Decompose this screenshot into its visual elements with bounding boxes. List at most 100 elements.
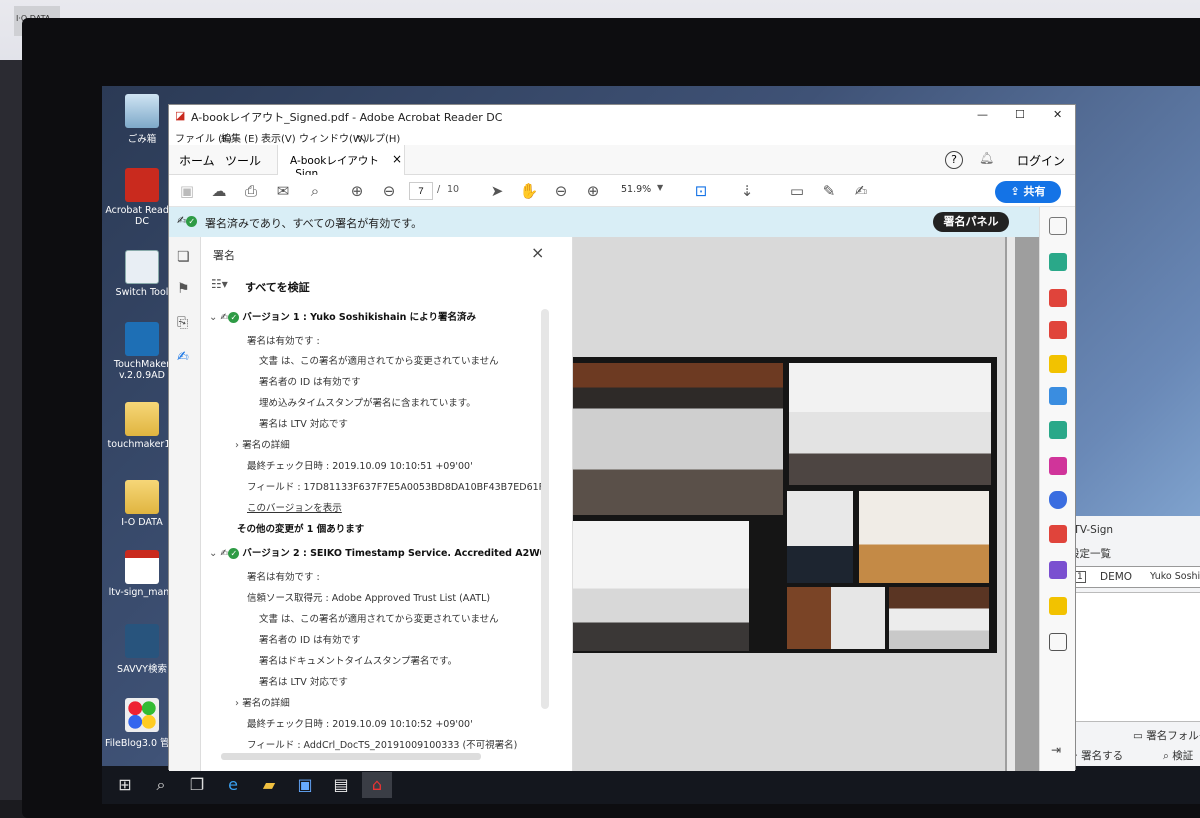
zoom-search-icon[interactable]: ⌕ — [305, 181, 325, 201]
certificate-sign-icon[interactable] — [1049, 561, 1067, 579]
hand-tool-icon[interactable]: ✋ — [519, 181, 539, 201]
version1-header-row[interactable]: ⌄ ✍ ✓ バージョン 1 : Yuko Soshikishain により署名済み — [209, 309, 476, 323]
mail-icon[interactable]: ✉ — [273, 181, 293, 201]
create-pdf-icon[interactable] — [1049, 289, 1067, 307]
explorer-button[interactable]: ▰ — [254, 772, 284, 798]
sign-pen-icon[interactable]: ✍ — [851, 181, 871, 201]
close-panel-button[interactable]: × — [531, 243, 544, 262]
pdf-page — [573, 237, 1005, 771]
menu-edit[interactable]: 編集 (E) — [221, 130, 258, 145]
notification-bell-icon[interactable]: 🔔︎ — [979, 151, 994, 165]
show-version-link[interactable]: このバージョンを表示 — [247, 500, 342, 514]
tab-tools[interactable]: ツール — [225, 152, 261, 169]
savvy-icon — [125, 624, 159, 658]
upload-icon[interactable]: ☁ — [209, 181, 229, 201]
scroll-mode-icon[interactable]: ⇣ — [737, 181, 757, 201]
highlight-pen-icon[interactable]: ✎ — [819, 181, 839, 201]
desktop-icon-label: TouchMaker v.2.0.9AD — [113, 359, 171, 381]
chevron-down-icon[interactable]: ▼ — [657, 183, 663, 192]
signature-panel-button[interactable]: 署名パネル — [933, 212, 1009, 232]
task-view-button[interactable]: ❐ — [182, 772, 212, 798]
minimize-button[interactable]: — — [977, 108, 988, 121]
pdf-tool-icon[interactable] — [1049, 525, 1067, 543]
options-menu-icon[interactable]: ☷▾ — [211, 277, 228, 291]
combine-files-icon[interactable] — [1049, 387, 1067, 405]
ltv-folder-button[interactable]: ▭ 署名フォルダ — [1133, 728, 1200, 743]
acrobat-icon: ◪ — [175, 109, 186, 122]
edit-pdf-icon[interactable] — [1049, 321, 1067, 339]
fill-sign-icon[interactable] — [1049, 457, 1067, 475]
help-button[interactable]: ? — [945, 151, 963, 169]
ltv-verify-button[interactable]: ⌕ 検証 — [1163, 748, 1193, 763]
ltv-list-area — [1067, 592, 1200, 722]
page-up-icon[interactable]: ⊕ — [347, 181, 367, 201]
screen: ごみ箱 Acrobat Reader DC Switch Tool TouchM… — [102, 86, 1200, 804]
acrobat-taskbar-button[interactable]: ⌂ — [362, 772, 392, 798]
maximize-button[interactable]: ☐ — [1015, 108, 1025, 121]
document-scrollbar[interactable] — [1007, 237, 1015, 771]
print-icon[interactable]: ⎙ — [241, 181, 261, 201]
page-thumbnails-icon[interactable]: ❏ — [177, 249, 190, 265]
photo-lavatory — [889, 587, 989, 649]
search-button[interactable]: ⌕ — [146, 772, 176, 798]
version2-header-row[interactable]: ⌄ ✍ ✓ バージョン 2 : SEIKO Timestamp Service. … — [209, 545, 549, 559]
tab-document[interactable]: A-bookレイアウト_Sign... × — [277, 145, 405, 180]
save-icon[interactable]: ▣ — [177, 181, 197, 201]
chevron-down-icon: ⌄ — [209, 548, 218, 559]
zoom-out-icon[interactable]: ⊖ — [551, 181, 571, 201]
edge-button[interactable]: e — [218, 772, 248, 798]
desktop-icon-label: ltv-sign_manu — [108, 587, 176, 598]
panel-horizontal-scrollbar[interactable] — [221, 753, 481, 760]
page-separator: / — [437, 184, 441, 195]
photo-kitchen — [787, 491, 853, 583]
title-bar: ◪ A-bookレイアウト_Signed.pdf - Adobe Acrobat… — [169, 105, 1075, 127]
ltv-item-name: DEMO — [1100, 571, 1133, 583]
login-button[interactable]: ログイン — [1017, 152, 1065, 169]
share-label: 共有 — [1023, 185, 1046, 198]
notepad-button[interactable]: ▤ — [326, 772, 356, 798]
version1-last-check: 最終チェック日時 : 2019.10.09 10:10:51 +09'00' — [247, 461, 473, 472]
bookmark-icon[interactable]: ⚑ — [177, 281, 190, 297]
start-button[interactable]: ⊞ — [110, 772, 140, 798]
attachment-icon[interactable]: ⎘ — [177, 315, 188, 331]
version1-line: 埋め込みタイムスタンプが署名に含まれています。 — [259, 398, 476, 409]
zoom-in-icon[interactable]: ⊕ — [583, 181, 603, 201]
comment-icon[interactable]: ▭ — [787, 181, 807, 201]
tab-close-button[interactable]: × — [392, 152, 402, 166]
menu-view[interactable]: 表示(V) — [261, 130, 296, 145]
protect-icon[interactable] — [1049, 491, 1067, 509]
ltv-setting-row[interactable]: 1 DEMO Yuko Soshikis — [1067, 566, 1200, 588]
document-icon: ▤ — [333, 775, 349, 794]
organize-pages-icon[interactable] — [1049, 421, 1067, 439]
toolbar: ▣ ☁ ⎙ ✉ ⌕ ⊕ ⊖ / 10 ➤ ✋ ⊖ ⊕ 51.9% ▼ ⊡ ⇣ ▭… — [169, 175, 1075, 207]
select-arrow-icon[interactable]: ➤ — [487, 181, 507, 201]
menu-help[interactable]: ヘルプ(H) — [355, 130, 400, 145]
collapse-rail-icon[interactable]: ⇥ — [1051, 743, 1061, 757]
photo-corridor — [573, 363, 783, 515]
tab-home[interactable]: ホーム — [179, 152, 215, 169]
page-number-input[interactable] — [409, 182, 433, 200]
export-pdf-icon[interactable] — [1049, 253, 1067, 271]
share-button[interactable]: ⇪ 共有 — [995, 181, 1061, 203]
more-tools-icon[interactable] — [1049, 633, 1067, 651]
version1-details-row[interactable]: › 署名の詳細 — [235, 437, 290, 451]
close-window-button[interactable]: ✕ — [1053, 108, 1062, 121]
version1-line: 署名は LTV 対応です — [259, 419, 348, 430]
signature-panel-icon[interactable]: ✍ — [177, 349, 189, 365]
verify-all-button[interactable]: すべてを検証 — [245, 279, 310, 295]
comment-tool-icon[interactable] — [1049, 355, 1067, 373]
app-button[interactable]: ▣ — [290, 772, 320, 798]
zoom-tool-icon[interactable] — [1049, 217, 1067, 235]
fit-page-icon[interactable]: ⊡ — [691, 181, 711, 201]
send-for-review-icon[interactable] — [1049, 597, 1067, 615]
ltv-sign-button[interactable]: ✒ 署名する — [1069, 748, 1123, 763]
signature-status-message: 署名済みであり、すべての署名が有効です。 — [205, 217, 423, 230]
edge-icon: e — [228, 775, 238, 794]
version2-last-check: 最終チェック日時 : 2019.10.09 10:10:52 +09'00' — [247, 719, 473, 730]
zoom-level[interactable]: 51.9% — [621, 184, 651, 195]
panel-scrollbar[interactable] — [541, 309, 549, 709]
photo-empty-room — [789, 363, 991, 485]
page-down-icon[interactable]: ⊖ — [379, 181, 399, 201]
version2-details-row[interactable]: › 署名の詳細 — [235, 695, 290, 709]
app-icon: ▣ — [297, 775, 313, 794]
